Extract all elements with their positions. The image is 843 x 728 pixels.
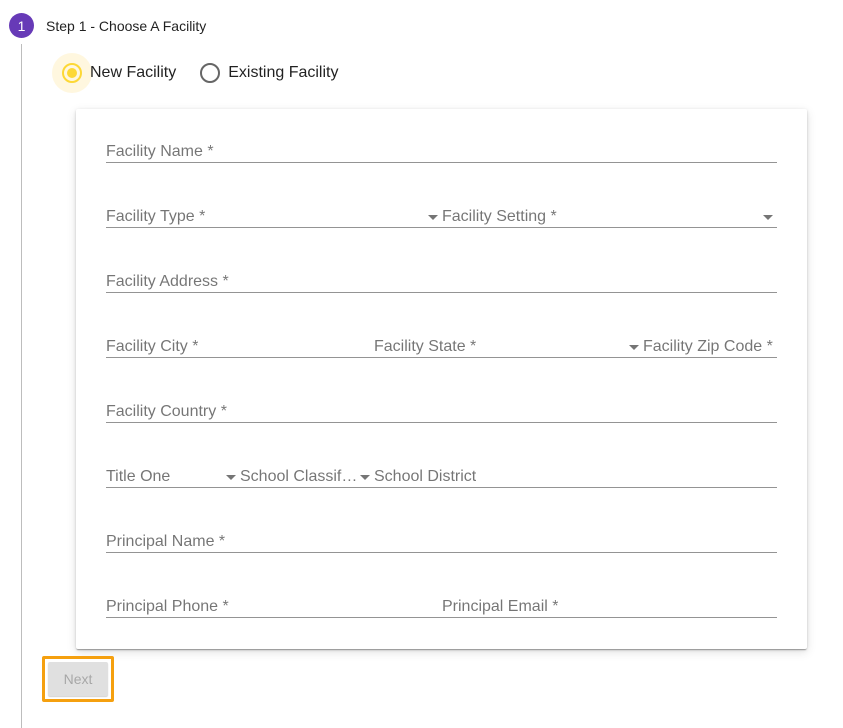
facility-address-label: Facility Address * — [106, 273, 229, 290]
chevron-down-icon — [629, 345, 639, 350]
facility-zip-label: Facility Zip Code * — [643, 338, 773, 355]
facility-state-label: Facility State * — [374, 338, 477, 355]
principal-phone-field[interactable]: Principal Phone * — [106, 578, 442, 618]
new-facility-form-card: Facility Name * Facility Type * Facility… — [76, 109, 807, 649]
facility-setting-label: Facility Setting * — [442, 208, 557, 225]
school-district-field[interactable]: School District — [374, 448, 777, 488]
form-row-school: Title One School Classification School D… — [106, 448, 777, 488]
facility-type-radio-group: New Facility Existing Facility — [52, 53, 352, 93]
facility-state-select[interactable]: Facility State * — [374, 318, 643, 358]
radio-ripple — [190, 53, 230, 93]
form-row-principal-contact: Principal Phone * Principal Email * — [106, 578, 777, 618]
facility-name-field[interactable]: Facility Name * — [106, 123, 777, 163]
facility-city-label: Facility City * — [106, 338, 199, 355]
step-connector-line — [21, 44, 22, 728]
facility-country-field[interactable]: Facility Country * — [106, 383, 777, 423]
principal-email-field[interactable]: Principal Email * — [442, 578, 777, 618]
radio-ripple — [52, 53, 92, 93]
title-one-label: Title One — [106, 468, 171, 485]
facility-zip-field[interactable]: Facility Zip Code * — [643, 318, 777, 358]
form-row-address: Facility Address * — [106, 253, 777, 293]
form-row-type-setting: Facility Type * Facility Setting * — [106, 188, 777, 228]
facility-stepper: 1 Step 1 - Choose A Facility New Facilit… — [0, 0, 843, 728]
step-title: Step 1 - Choose A Facility — [46, 17, 207, 34]
form-row-city-state-zip: Facility City * Facility State * Facilit… — [106, 318, 777, 358]
facility-setting-select[interactable]: Facility Setting * — [442, 188, 777, 228]
radio-unchecked-icon[interactable] — [200, 63, 221, 83]
facility-type-label: Facility Type * — [106, 208, 206, 225]
school-classification-select[interactable]: School Classification — [240, 448, 374, 488]
chevron-down-icon — [763, 215, 773, 220]
radio-checked-icon[interactable] — [62, 63, 82, 83]
principal-email-label: Principal Email * — [442, 598, 559, 615]
facility-name-label: Facility Name * — [106, 143, 214, 160]
school-district-label: School District — [374, 468, 477, 485]
next-button[interactable]: Next — [48, 662, 108, 696]
facility-city-field[interactable]: Facility City * — [106, 318, 374, 358]
radio-label-existing-facility: Existing Facility — [228, 64, 339, 81]
form-row-country: Facility Country * — [106, 383, 777, 423]
chevron-down-icon — [226, 475, 236, 480]
school-classification-label: School Classification — [240, 468, 358, 485]
step-header: 1 Step 1 - Choose A Facility — [9, 13, 206, 38]
principal-name-label: Principal Name * — [106, 533, 226, 550]
title-one-select[interactable]: Title One — [106, 448, 240, 488]
facility-address-field[interactable]: Facility Address * — [106, 253, 777, 293]
principal-name-field[interactable]: Principal Name * — [106, 513, 777, 553]
radio-new-facility[interactable]: New Facility — [52, 53, 176, 93]
form-row-principal-name: Principal Name * — [106, 513, 777, 553]
facility-country-label: Facility Country * — [106, 403, 227, 420]
chevron-down-icon — [360, 475, 370, 480]
principal-phone-label: Principal Phone * — [106, 598, 229, 615]
radio-dot-icon — [67, 68, 77, 78]
radio-existing-facility[interactable]: Existing Facility — [190, 53, 338, 93]
radio-label-new-facility: New Facility — [90, 64, 177, 81]
form-row-name: Facility Name * — [106, 123, 777, 163]
chevron-down-icon — [428, 215, 438, 220]
step-number-badge: 1 — [9, 13, 34, 38]
facility-type-select[interactable]: Facility Type * — [106, 188, 442, 228]
next-button-focus-ring: Next — [42, 656, 114, 702]
